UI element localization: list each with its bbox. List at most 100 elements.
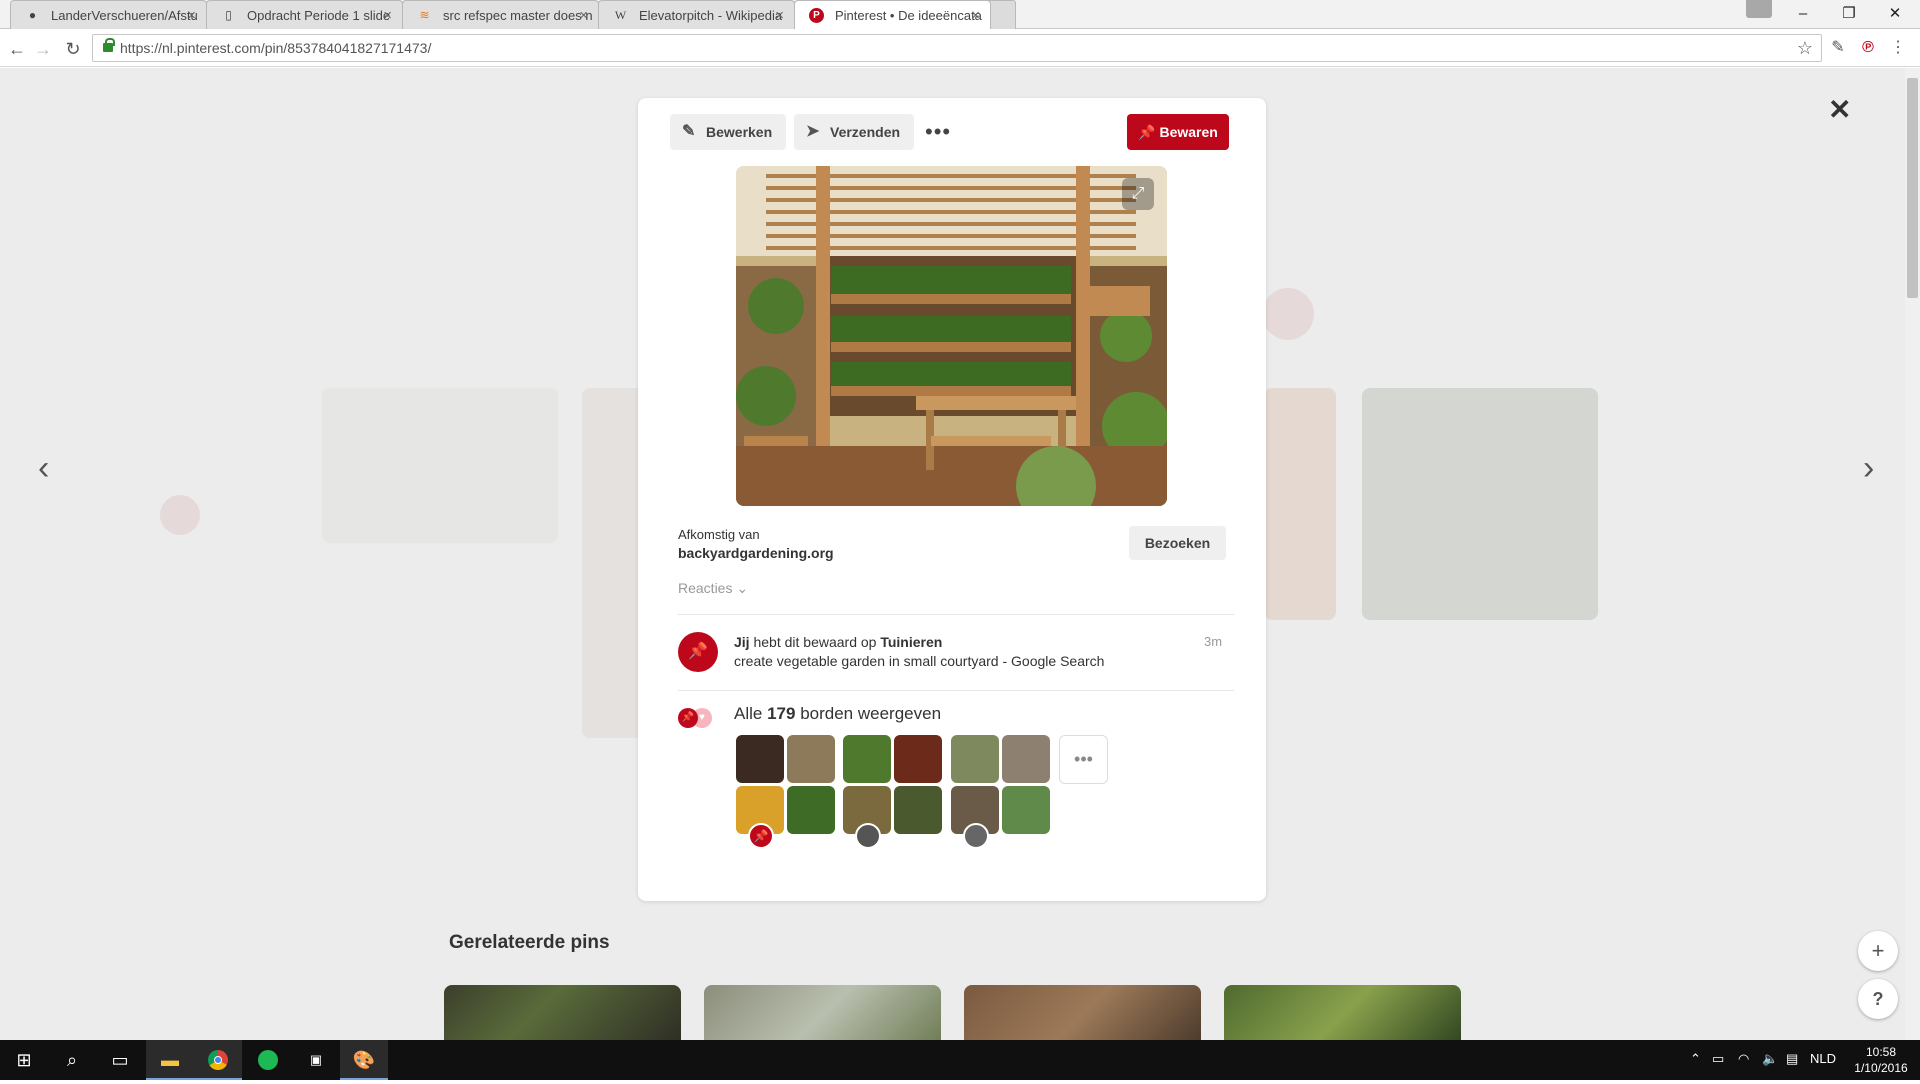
address-bar[interactable]: https://nl.pinterest.com/pin/85378404182…: [92, 34, 1822, 62]
tab-strip: ● LanderVerschueren/Afstu × ▯ Opdracht P…: [0, 0, 1920, 29]
volume-icon[interactable]: 🔈: [1762, 1051, 1778, 1067]
taskbar-clock[interactable]: 10:58 1/10/2016: [1850, 1044, 1912, 1076]
board-thumbnail[interactable]: [894, 735, 942, 783]
spotify-icon[interactable]: [244, 1040, 292, 1080]
board-thumbnail[interactable]: [736, 735, 784, 783]
tab-github[interactable]: ● LanderVerschueren/Afstu ×: [10, 0, 207, 29]
browser-toolbar: ← → ↻ https://nl.pinterest.com/pin/85378…: [0, 30, 1920, 67]
related-pin-3[interactable]: [964, 985, 1201, 1040]
tab-pinterest[interactable]: P Pinterest • De ideeëncata ×: [794, 0, 991, 29]
menu-icon[interactable]: ⋮: [1886, 36, 1910, 60]
close-tab-icon[interactable]: ×: [579, 1, 588, 29]
chrome-icon[interactable]: [194, 1040, 242, 1080]
activity-action: hebt dit bewaard op: [753, 634, 877, 650]
tab-title: Opdracht Periode 1 slide: [247, 8, 391, 23]
send-button[interactable]: ➤ Verzenden: [794, 114, 914, 150]
related-pin-4[interactable]: [1224, 985, 1461, 1040]
board-thumbnail[interactable]: [1002, 786, 1050, 834]
pinner-avatar[interactable]: [855, 823, 881, 849]
related-pin-1[interactable]: [444, 985, 681, 1040]
board-thumbnail[interactable]: [1002, 735, 1050, 783]
pergola-garden-image: [736, 166, 1167, 506]
tab-stackoverflow[interactable]: ≋ src refspec master does n ×: [402, 0, 599, 29]
pinterest-extension-icon[interactable]: ℗: [1856, 36, 1880, 60]
help-icon[interactable]: ?: [1858, 979, 1898, 1019]
lock-icon: [103, 38, 115, 52]
eyedropper-extension-icon[interactable]: ✎: [1826, 36, 1850, 60]
close-tab-icon[interactable]: ×: [775, 1, 784, 29]
terminal-icon[interactable]: ▣: [292, 1040, 340, 1080]
next-pin-arrow-icon[interactable]: ›: [1863, 451, 1874, 485]
boards-count: 179: [767, 704, 796, 723]
close-modal-icon[interactable]: ✕: [1828, 93, 1851, 126]
board-thumbnail[interactable]: [787, 786, 835, 834]
window-close-icon[interactable]: ✕: [1872, 0, 1918, 29]
edit-label: Bewerken: [706, 124, 773, 140]
save-button[interactable]: 📌 Bewaren: [1127, 114, 1229, 150]
pinterest-avatar-icon[interactable]: 📌: [678, 632, 718, 672]
source-label: Afkomstig van: [678, 527, 760, 542]
source-domain-link[interactable]: backyardgardening.org: [678, 545, 834, 561]
reactions-toggle[interactable]: Reacties ⌄: [678, 580, 748, 597]
document-icon: ▯: [225, 8, 232, 22]
close-tab-icon[interactable]: ×: [383, 1, 392, 29]
pinner-avatar-icon[interactable]: 📌: [748, 823, 774, 849]
activity-board-link[interactable]: Tuinieren: [880, 634, 942, 650]
github-icon: ●: [28, 8, 37, 22]
clock-date: 1/10/2016: [1854, 1061, 1908, 1075]
windows-taskbar: ⊞ ⌕ ▭ ▬ ▣ 🎨 ⌃ ▭ ◠ 🔈 ▤ NLD 10:58 1/10/201…: [0, 1040, 1920, 1080]
board-thumbnail[interactable]: [843, 735, 891, 783]
expand-image-icon[interactable]: ⤢: [1122, 178, 1154, 210]
visit-button[interactable]: Bezoeken: [1129, 526, 1226, 560]
add-icon[interactable]: +: [1858, 931, 1898, 971]
minimize-icon[interactable]: –: [1780, 0, 1826, 29]
search-icon[interactable]: ⌕: [48, 1040, 96, 1080]
language-indicator[interactable]: NLD: [1810, 1051, 1836, 1066]
profile-icon[interactable]: [1746, 0, 1772, 18]
reload-icon[interactable]: ↻: [62, 38, 84, 60]
pin-badge-icon: 📌: [678, 708, 698, 728]
wifi-icon[interactable]: ◠: [1738, 1051, 1749, 1067]
restore-icon[interactable]: ❐: [1826, 0, 1872, 29]
related-pins-title: Gerelateerde pins: [449, 932, 610, 953]
scrollbar-thumb[interactable]: [1907, 78, 1918, 298]
bookmark-star-icon[interactable]: ☆: [1797, 38, 1813, 59]
divider: [678, 690, 1234, 691]
close-tab-icon[interactable]: ×: [187, 1, 196, 29]
board-thumbnail[interactable]: [894, 786, 942, 834]
send-arrow-icon: ➤: [806, 123, 820, 140]
edit-button[interactable]: ✎ Bewerken: [670, 114, 786, 150]
previous-pin-arrow-icon[interactable]: ‹: [38, 451, 49, 485]
pin-image[interactable]: ⤢: [736, 166, 1167, 506]
activity-timestamp: 3m: [1204, 634, 1223, 649]
activity-text: Jij hebt dit bewaard op Tuinieren: [734, 634, 942, 650]
task-view-icon[interactable]: ▭: [96, 1040, 144, 1080]
board-thumbnail[interactable]: [951, 735, 999, 783]
tray-up-arrow-icon[interactable]: ⌃: [1690, 1051, 1701, 1067]
paint-app-icon[interactable]: 🎨: [340, 1040, 388, 1080]
pin-closeup-modal: ✎ Bewerken ➤ Verzenden ••• 📌 Bewaren ⤢ A…: [638, 98, 1266, 901]
battery-icon[interactable]: ▭: [1712, 1051, 1724, 1067]
pinterest-icon: P: [809, 8, 824, 23]
clock-time: 10:58: [1865, 1045, 1897, 1059]
more-options-icon[interactable]: •••: [925, 114, 951, 150]
notifications-icon[interactable]: ▤: [1786, 1051, 1798, 1067]
tab-wikipedia[interactable]: W Elevatorpitch - Wikipedia ×: [598, 0, 795, 29]
back-icon[interactable]: ←: [6, 38, 28, 60]
related-pin-2[interactable]: [704, 985, 941, 1040]
file-explorer-icon[interactable]: ▬: [146, 1040, 194, 1080]
tab-title: src refspec master does n: [443, 8, 593, 23]
windows-start-icon[interactable]: ⊞: [0, 1040, 48, 1080]
activity-user[interactable]: Jij: [734, 634, 750, 650]
pinner-avatar[interactable]: [963, 823, 989, 849]
forward-icon[interactable]: →: [32, 38, 54, 60]
all-boards-link[interactable]: Alle 179 borden weergeven: [734, 704, 941, 724]
board-thumbnail[interactable]: [787, 735, 835, 783]
close-tab-icon[interactable]: ×: [971, 1, 980, 29]
stackoverflow-icon: ≋: [419, 8, 430, 22]
tab-title: LanderVerschueren/Afstu: [51, 8, 198, 23]
send-label: Verzenden: [830, 124, 901, 140]
wikipedia-icon: W: [614, 8, 627, 22]
tab-slides[interactable]: ▯ Opdracht Periode 1 slide ×: [206, 0, 403, 29]
more-boards-button[interactable]: •••: [1059, 735, 1108, 784]
